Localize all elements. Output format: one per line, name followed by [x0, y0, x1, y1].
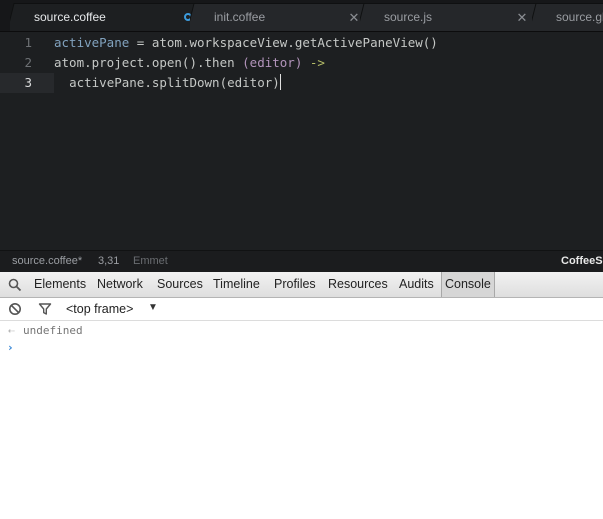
tab-bar: source.coffee init.coffee ✕ source.js ✕ … [0, 0, 603, 32]
console-result: undefined [23, 324, 83, 337]
tab-sources[interactable]: Sources [157, 272, 203, 297]
atom-editor: source.coffee init.coffee ✕ source.js ✕ … [0, 0, 603, 272]
status-bar: source.coffee* 3,31 Emmet CoffeeSc [0, 250, 603, 272]
search-icon[interactable] [8, 278, 22, 292]
line-number: 2 [24, 55, 32, 70]
code-line[interactable]: activePane = atom.workspaceView.getActiv… [54, 33, 438, 53]
line-number: 1 [24, 35, 32, 50]
status-cursor-position[interactable]: 3,31 [98, 251, 119, 272]
tab-title: source.js [384, 10, 433, 24]
close-icon[interactable]: ✕ [348, 5, 360, 30]
console-filter-bar: <top frame> ▼ [0, 298, 603, 321]
result-arrow-icon: ⇠ [8, 324, 15, 337]
chevron-down-icon[interactable]: ▼ [148, 302, 158, 313]
code-line[interactable]: activePane.splitDown(editor) [54, 73, 281, 93]
devtools-panel: Elements Network Sources Timeline Profil… [0, 272, 603, 519]
tab-elements[interactable]: Elements [34, 272, 86, 297]
code-area[interactable]: activePane = atom.workspaceView.getActiv… [54, 33, 603, 248]
tab-audits[interactable]: Audits [399, 272, 434, 297]
code-line[interactable]: atom.project.open().then (editor) -> [54, 53, 325, 73]
line-number-gutter: 1 2 3 [0, 33, 54, 248]
tab-network[interactable]: Network [97, 272, 143, 297]
clear-console-icon[interactable] [8, 302, 22, 316]
close-icon[interactable]: ✕ [516, 5, 528, 30]
tab-profiles[interactable]: Profiles [274, 272, 316, 297]
text-cursor [279, 74, 281, 90]
tab-resources[interactable]: Resources [328, 272, 388, 297]
tab-console[interactable]: Console [441, 272, 495, 297]
tab-title: source.coffee [34, 10, 106, 24]
console-output[interactable]: ⇠ undefined › [0, 322, 603, 519]
line-number: 3 [24, 75, 32, 90]
status-plugin: Emmet [133, 255, 168, 267]
tab-source-js[interactable]: source.js ✕ [360, 3, 540, 31]
tab-source-coffee[interactable]: source.coffee [10, 3, 206, 31]
status-grammar[interactable]: CoffeeSc [561, 251, 603, 272]
tab-init-coffee[interactable]: init.coffee ✕ [190, 3, 372, 31]
status-file[interactable]: source.coffee* [12, 251, 82, 272]
tab-title: source.gl [556, 10, 603, 24]
tab-timeline[interactable]: Timeline [213, 272, 260, 297]
tab-title: init.coffee [214, 10, 266, 24]
prompt-icon: › [7, 341, 14, 354]
frame-selector[interactable]: <top frame> [66, 302, 133, 316]
devtools-toolbar: Elements Network Sources Timeline Profil… [0, 272, 603, 298]
filter-icon[interactable] [38, 302, 52, 316]
tab-source-gl[interactable]: source.gl [532, 3, 603, 31]
